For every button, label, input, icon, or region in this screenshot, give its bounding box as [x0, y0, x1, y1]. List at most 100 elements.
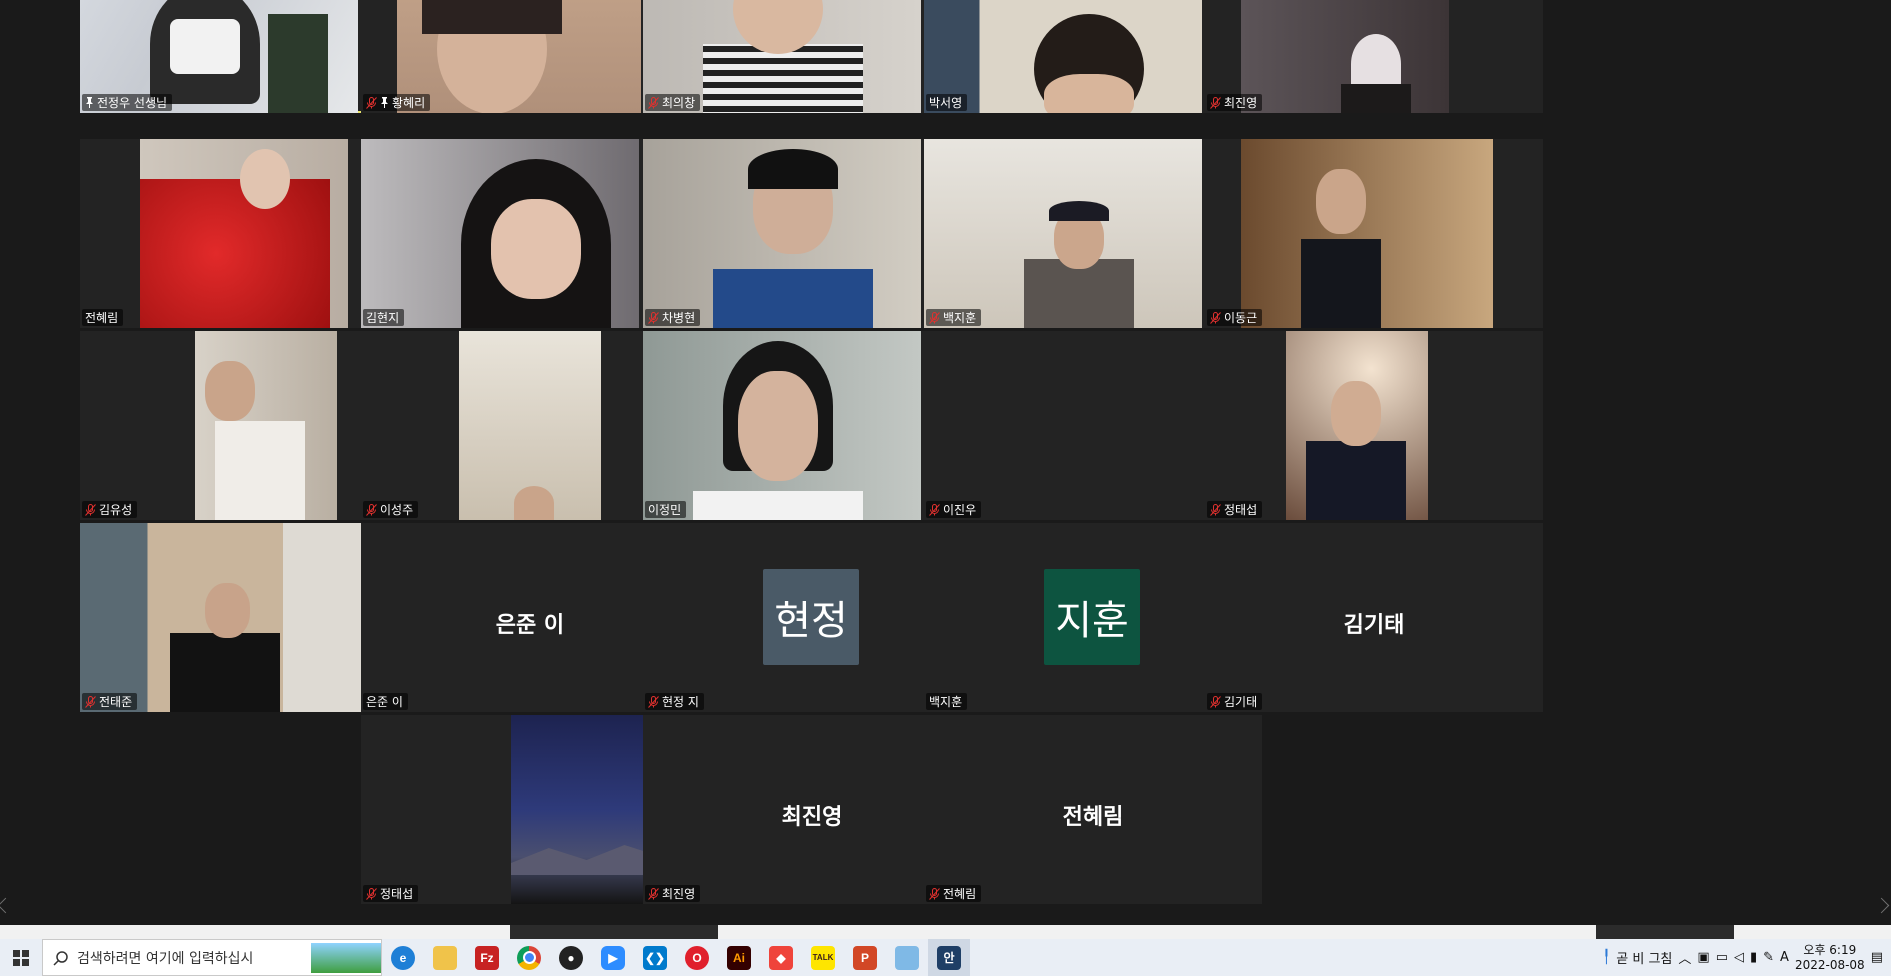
participant-name-label: 황혜리 — [363, 94, 431, 111]
notification-icon[interactable]: ▤ — [1871, 950, 1883, 965]
muted-mic-icon — [366, 96, 377, 109]
windows-logo-icon — [13, 949, 29, 966]
pen-icon[interactable]: ✎ — [1763, 950, 1774, 965]
taskbar-opera[interactable]: O — [676, 939, 718, 976]
muted-mic-icon — [1210, 503, 1221, 516]
taskbar-active-app[interactable]: 안 — [928, 939, 970, 976]
participant-name-label: 전혜림 — [82, 309, 124, 326]
powerpoint-icon: P — [853, 945, 877, 970]
participant-video — [1241, 139, 1493, 328]
filezilla-icon: Fz — [475, 945, 499, 970]
participant-name-label: 최진영 — [1207, 94, 1263, 111]
participant-name-label: 은준 이 — [363, 693, 408, 710]
muted-mic-icon — [648, 96, 659, 109]
pin-icon — [380, 97, 389, 108]
participant-video — [195, 331, 337, 520]
ime-indicator[interactable]: A — [1780, 950, 1789, 965]
participant-video — [459, 331, 601, 520]
chrome-icon — [517, 945, 541, 970]
taskbar-anydesk[interactable]: ◆ — [760, 939, 802, 976]
participant-tile[interactable]: 정태섭 — [1205, 331, 1543, 520]
taskbar-zoom[interactable]: ▶ — [592, 939, 634, 976]
muted-mic-icon — [929, 503, 940, 516]
resize-handle-right[interactable] — [1873, 897, 1890, 914]
taskbar-notepad[interactable] — [886, 939, 928, 976]
start-button[interactable] — [0, 939, 42, 976]
muted-mic-icon — [1210, 695, 1221, 708]
file-explorer-icon — [433, 945, 457, 970]
participant-tile[interactable]: 전혜림 전혜림 — [924, 715, 1262, 904]
participant-tile[interactable]: 최진영 — [1205, 0, 1543, 113]
muted-mic-icon — [85, 695, 96, 708]
anydesk-icon: ◆ — [769, 945, 793, 970]
participant-name-label: 이진우 — [926, 501, 982, 518]
muted-mic-icon — [366, 503, 377, 516]
participant-name-label: 정태섭 — [1207, 501, 1263, 518]
search-icon — [53, 950, 68, 966]
participant-name-label: 김기태 — [1207, 693, 1263, 710]
weather-text[interactable]: 곧 비 그침 — [1616, 948, 1672, 967]
maps-pin-icon: ● — [559, 945, 583, 970]
microphone-icon[interactable]: ▮ — [1750, 950, 1757, 965]
participant-name-label: 차병현 — [645, 309, 701, 326]
participant-display-name: 김기태 — [1343, 613, 1405, 638]
muted-mic-icon — [1210, 311, 1221, 324]
participant-video — [643, 139, 921, 328]
system-tray: ╿ 곧 비 그침 ︿ ▣ ▭ ◁ ▮ ✎ A 오후 6:19 2022-08-0… — [1602, 939, 1891, 976]
muted-mic-icon — [648, 887, 659, 900]
participant-video — [1241, 0, 1449, 113]
taskbar-maps-pin[interactable]: ● — [550, 939, 592, 976]
taskbar-file-explorer[interactable] — [424, 939, 466, 976]
search-highlight-image — [311, 942, 381, 973]
participant-tile[interactable]: 이동근 — [1205, 139, 1543, 328]
participant-name-label: 김현지 — [363, 309, 405, 326]
zoom-gallery-view: 전정우 선생님 황혜리 최의창 박서영 최진영 전혜림 김현지 차병현 백지훈 … — [0, 0, 1891, 925]
resize-handle-left[interactable] — [0, 897, 14, 914]
app-icon: 안 — [937, 945, 961, 970]
participant-name-label: 현정 지 — [645, 693, 704, 710]
window-bottom-strip — [0, 925, 1891, 939]
participant-avatar: 현정 — [763, 569, 859, 665]
participant-video — [361, 139, 639, 328]
participant-name-label: 백지훈 — [926, 309, 982, 326]
participant-name-label: 전혜림 — [926, 885, 982, 902]
participant-video — [397, 0, 641, 113]
illustrator-icon: Ai — [727, 945, 751, 970]
participant-name-label: 전태준 — [82, 693, 138, 710]
speaker-icon[interactable]: ◁ — [1734, 950, 1744, 965]
taskbar-chrome[interactable] — [508, 939, 550, 976]
participant-tile[interactable]: 김기태 김기태 — [1205, 523, 1543, 712]
participant-name-label: 정태섭 — [363, 885, 419, 902]
windows-taskbar: 검색하려면 여기에 입력하십시 e Fz ● ▶ ❮❯ O Ai ◆ TALK … — [0, 939, 1891, 976]
muted-mic-icon — [929, 311, 940, 324]
taskbar-illustrator[interactable]: Ai — [718, 939, 760, 976]
opera-icon: O — [685, 945, 709, 970]
taskbar-search-box[interactable]: 검색하려면 여기에 입력하십시 — [42, 939, 382, 976]
participant-name-label: 이동근 — [1207, 309, 1263, 326]
chevron-up-icon[interactable]: ︿ — [1678, 948, 1691, 967]
weather-rain-icon: ╿ — [1602, 950, 1611, 965]
edge-icon: e — [391, 945, 415, 970]
taskbar-filezilla[interactable]: Fz — [466, 939, 508, 976]
muted-mic-icon — [1210, 96, 1221, 109]
participant-name-label: 이정민 — [645, 501, 687, 518]
taskbar-clock[interactable]: 오후 6:19 2022-08-08 — [1795, 943, 1865, 973]
network-icon[interactable]: ▭ — [1716, 950, 1728, 965]
taskbar-edge[interactable]: e — [382, 939, 424, 976]
participant-name-label: 전정우 선생님 — [82, 94, 173, 111]
zoom-icon: ▶ — [601, 945, 625, 970]
participant-video — [140, 139, 348, 328]
clock-date: 2022-08-08 — [1794, 957, 1865, 972]
taskbar-vscode[interactable]: ❮❯ — [634, 939, 676, 976]
taskbar-kakaotalk[interactable]: TALK — [802, 939, 844, 976]
participant-name-label: 최의창 — [645, 94, 701, 111]
participant-name-label: 이성주 — [363, 501, 419, 518]
kakaotalk-icon: TALK — [811, 945, 835, 970]
participant-name-label: 최진영 — [645, 885, 701, 902]
participant-name-label: 박서영 — [926, 94, 968, 111]
camera-icon[interactable]: ▣ — [1697, 950, 1709, 965]
taskbar-powerpoint[interactable]: P — [844, 939, 886, 976]
muted-mic-icon — [366, 887, 377, 900]
notepad-icon — [895, 945, 919, 970]
participant-avatar: 지훈 — [1044, 569, 1140, 665]
